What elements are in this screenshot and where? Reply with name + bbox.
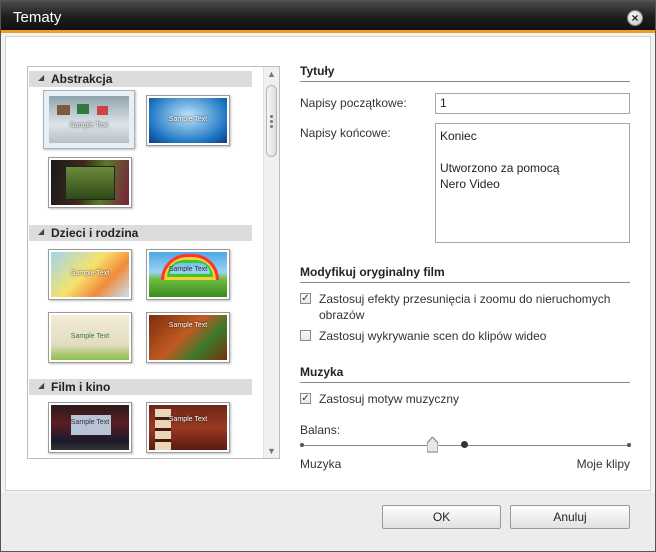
pan-zoom-checkbox[interactable]: ✓ <box>300 293 311 304</box>
sample-text: Sample Text <box>69 121 109 129</box>
window-title: Tematy <box>13 9 62 26</box>
scroll-thumb[interactable] <box>266 85 277 157</box>
close-icon[interactable]: × <box>627 10 643 26</box>
sample-text: Sample Text <box>168 265 208 273</box>
theme-thumb-abstract-3[interactable] <box>48 157 132 208</box>
section-title-music: Muzyka <box>300 365 630 383</box>
apply-music-label: Zastosuj motyw muzyczny <box>319 392 460 406</box>
balance-right-label: Moje klipy <box>576 457 630 471</box>
themes-dialog: Tematy × ◢ Abstrakcja Sample Text Sample… <box>0 0 656 552</box>
collapse-arrow-icon: ◢ <box>38 381 45 390</box>
sample-text: Sample Text <box>70 418 110 426</box>
pan-zoom-label: Zastosuj efekty przesunięcia i zoomu do … <box>319 292 611 322</box>
slider-center-dot <box>461 441 468 448</box>
slider-end-dot <box>627 443 631 447</box>
category-header-abstrakcja[interactable]: ◢ Abstrakcja <box>29 71 252 87</box>
theme-thumb-abstract-2[interactable]: Sample Text <box>146 95 230 146</box>
ok-button[interactable]: OK <box>382 505 501 529</box>
closing-credits-label: Napisy końcowe: <box>300 126 391 140</box>
apply-music-option[interactable]: ✓ Zastosuj motyw muzyczny <box>300 391 630 407</box>
scroll-down-icon[interactable]: ▼ <box>267 446 276 456</box>
collapse-arrow-icon: ◢ <box>38 227 45 236</box>
collapse-arrow-icon: ◢ <box>38 73 45 82</box>
theme-list[interactable]: ◢ Abstrakcja Sample Text Sample Text ◢ D… <box>27 66 280 459</box>
opening-credits-input[interactable]: 1 <box>435 93 630 114</box>
section-title-modify: Modyfikuj oryginalny film <box>300 265 630 283</box>
category-header-dzieci-i-rodzina[interactable]: ◢ Dzieci i rodzina <box>29 225 252 241</box>
theme-thumb-family-2[interactable]: Sample Text <box>146 249 230 300</box>
theme-thumb-film-1[interactable]: Sample Text <box>48 402 132 453</box>
balance-slider-thumb[interactable] <box>427 437 438 453</box>
category-label: Abstrakcja <box>51 72 113 86</box>
title-bar: Tematy × <box>1 1 655 33</box>
apply-music-checkbox[interactable]: ✓ <box>300 393 311 404</box>
balance-left-label: Muzyka <box>300 457 342 471</box>
closing-credits-textarea[interactable]: Koniec Utworzono za pomocą Nero Video <box>435 123 630 243</box>
scene-detect-option[interactable]: Zastosuj wykrywanie scen do klipów wideo <box>300 328 630 344</box>
cancel-button[interactable]: Anuluj <box>510 505 630 529</box>
opening-credits-label: Napisy początkowe: <box>300 96 407 110</box>
category-label: Dzieci i rodzina <box>51 226 139 240</box>
sample-text: Sample Text <box>70 270 110 277</box>
theme-list-scrollbar[interactable]: ▲ ▼ <box>263 67 279 458</box>
theme-thumb-abstract-1[interactable]: Sample Text <box>43 90 135 149</box>
theme-thumb-film-2[interactable]: Sample Text <box>146 402 230 453</box>
theme-thumb-family-1[interactable]: Sample Text <box>48 249 132 300</box>
dialog-content: ◢ Abstrakcja Sample Text Sample Text ◢ D… <box>5 36 651 491</box>
slider-end-dot <box>300 443 304 447</box>
theme-thumb-family-4[interactable]: Sample Text <box>146 312 230 363</box>
sample-text: Sample Text <box>168 416 208 424</box>
pan-zoom-option[interactable]: ✓ Zastosuj efekty przesunięcia i zoomu d… <box>300 291 630 323</box>
balance-label: Balans: <box>300 423 341 437</box>
section-title-titles: Tytuły <box>300 64 630 82</box>
sample-text: Sample Text <box>70 333 110 340</box>
scene-detect-label: Zastosuj wykrywanie scen do klipów wideo <box>319 329 547 343</box>
scroll-up-icon[interactable]: ▲ <box>267 69 276 79</box>
sample-text: Sample Text <box>168 116 208 123</box>
scene-detect-checkbox[interactable] <box>300 330 311 341</box>
category-header-film-i-kino[interactable]: ◢ Film i kino <box>29 379 252 395</box>
category-label: Film i kino <box>51 380 111 394</box>
theme-thumb-family-3[interactable]: Sample Text <box>48 312 132 363</box>
sample-text: Sample Text <box>168 321 208 329</box>
